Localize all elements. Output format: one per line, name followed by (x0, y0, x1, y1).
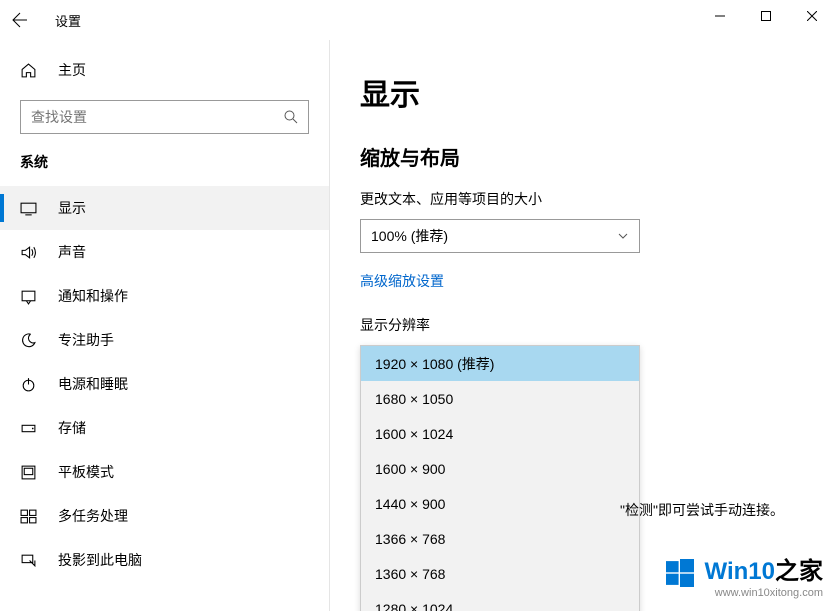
app-title: 设置 (55, 11, 81, 30)
nav-multitask[interactable]: 多任务处理 (0, 494, 329, 538)
resolution-option[interactable]: 1920 × 1080 (推荐) (361, 346, 639, 381)
home-icon (20, 62, 40, 79)
resolution-label: 显示分辨率 (360, 315, 805, 335)
brand-suffix: 之家 (775, 558, 823, 585)
watermark: Win10之家 www.win10xitong.com (666, 551, 823, 599)
nav-label: 存储 (58, 418, 86, 438)
nav-focus-assist[interactable]: 专注助手 (0, 318, 329, 362)
nav-label: 平板模式 (58, 462, 114, 482)
sound-icon (20, 244, 40, 261)
back-button[interactable] (0, 0, 40, 40)
chevron-down-icon (617, 230, 629, 242)
project-icon (20, 552, 40, 569)
nav-label: 多任务处理 (58, 506, 128, 526)
maximize-button[interactable] (743, 0, 789, 32)
section-header: 缩放与布局 (360, 142, 805, 171)
nav-label: 电源和睡眠 (58, 374, 128, 394)
nav-display[interactable]: 显示 (0, 186, 329, 230)
nav-notifications[interactable]: 通知和操作 (0, 274, 329, 318)
nav-storage[interactable]: 存储 (0, 406, 329, 450)
nav-projecting[interactable]: 投影到此电脑 (0, 538, 329, 582)
advanced-scaling-link[interactable]: 高级缩放设置 (360, 271, 444, 291)
group-header: 系统 (0, 152, 329, 186)
nav-label: 声音 (58, 242, 86, 262)
search-input[interactable] (21, 109, 274, 125)
nav-tablet[interactable]: 平板模式 (0, 450, 329, 494)
minimize-button[interactable] (697, 0, 743, 32)
close-button[interactable] (789, 0, 835, 32)
resolution-option[interactable]: 1440 × 900 (361, 486, 639, 521)
nav-label: 通知和操作 (58, 286, 128, 306)
search-box[interactable] (20, 100, 309, 134)
resolution-option[interactable]: 1600 × 900 (361, 451, 639, 486)
home-label: 主页 (58, 60, 86, 80)
detect-hint: "检测"即可尝试手动连接。 (620, 500, 784, 520)
nav-label: 投影到此电脑 (58, 550, 142, 570)
storage-icon (20, 420, 40, 437)
page-title: 显示 (360, 70, 805, 114)
nav-power[interactable]: 电源和睡眠 (0, 362, 329, 406)
sidebar: 主页 系统 显示 声音 通知和操作 专注助手 电源和睡眠 (0, 40, 330, 611)
content: 显示 缩放与布局 更改文本、应用等项目的大小 100% (推荐) 高级缩放设置 … (330, 40, 835, 611)
nav-label: 专注助手 (58, 330, 114, 350)
scale-value: 100% (推荐) (371, 226, 448, 246)
brand-prefix: Win10 (705, 558, 775, 585)
resolution-option[interactable]: 1600 × 1024 (361, 416, 639, 451)
focus-icon (20, 332, 40, 349)
windows-logo-icon (666, 559, 694, 587)
scale-dropdown[interactable]: 100% (推荐) (360, 219, 640, 253)
display-icon (20, 200, 40, 217)
resolution-dropdown-open[interactable]: 1920 × 1080 (推荐)1680 × 10501600 × 102416… (360, 345, 640, 611)
search-icon[interactable] (274, 109, 308, 125)
nav-sound[interactable]: 声音 (0, 230, 329, 274)
home-link[interactable]: 主页 (0, 50, 329, 90)
tablet-icon (20, 464, 40, 481)
resolution-option[interactable]: 1366 × 768 (361, 521, 639, 556)
notifications-icon (20, 288, 40, 305)
resolution-option[interactable]: 1680 × 1050 (361, 381, 639, 416)
scale-label: 更改文本、应用等项目的大小 (360, 189, 805, 209)
nav-label: 显示 (58, 198, 86, 218)
brand-url: www.win10xitong.com (666, 587, 823, 599)
resolution-option[interactable]: 1360 × 768 (361, 556, 639, 591)
power-icon (20, 376, 40, 393)
resolution-option[interactable]: 1280 × 1024 (361, 591, 639, 611)
multitask-icon (20, 508, 40, 525)
